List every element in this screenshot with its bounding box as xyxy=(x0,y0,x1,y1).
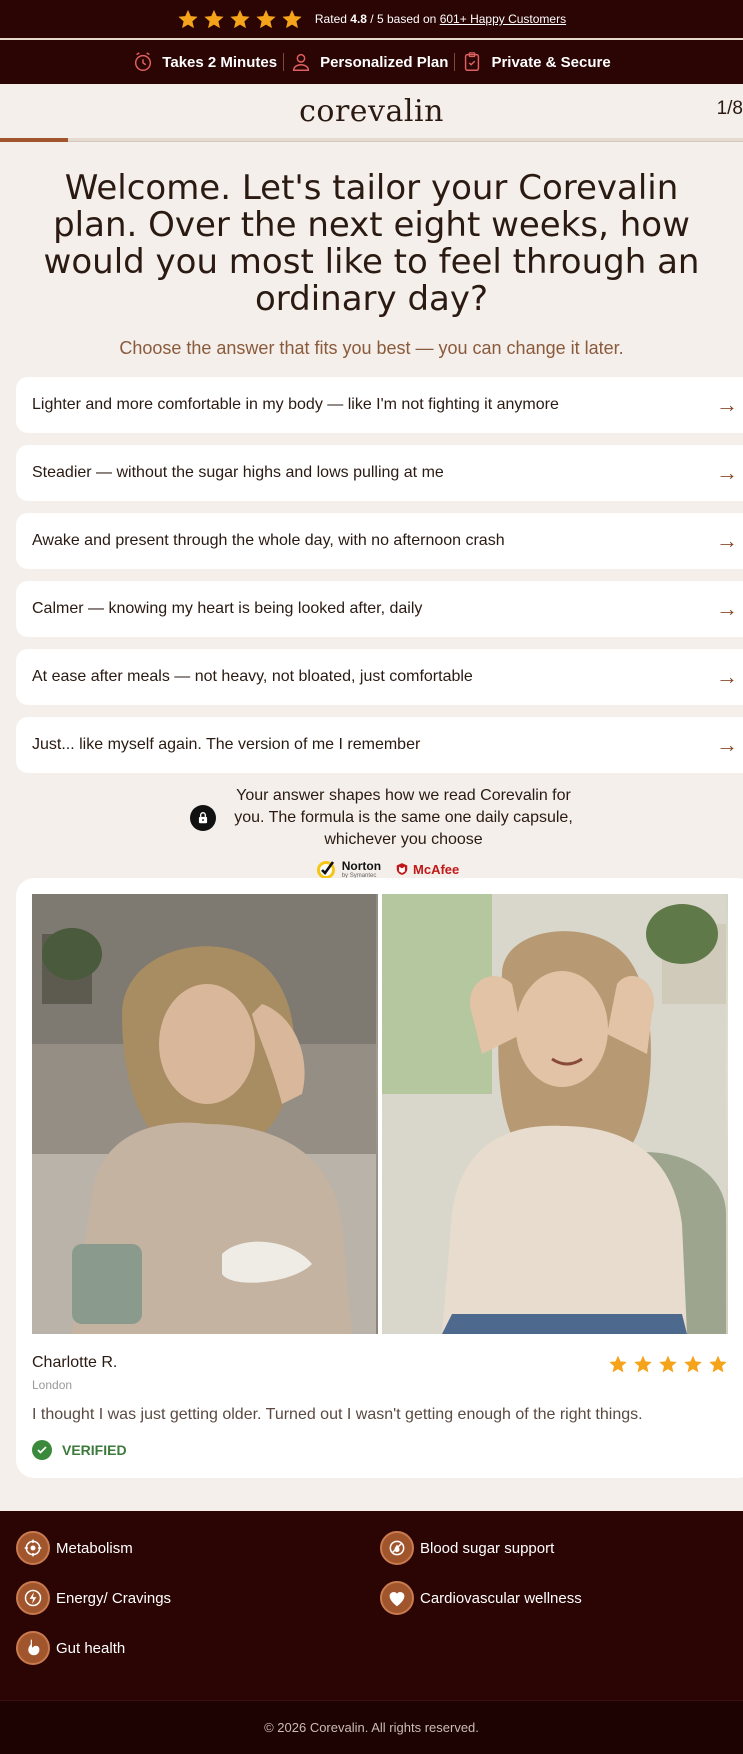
arrow-right-icon: → xyxy=(716,528,738,553)
feature-personalized-plan: Personalized Plan xyxy=(284,51,454,73)
reviewer-name: Charlotte R. xyxy=(32,1354,118,1371)
benefit-label: Metabolism xyxy=(56,1539,133,1557)
answer-option[interactable]: Steadier — without the sugar highs and l… xyxy=(16,445,743,501)
lock-icon xyxy=(189,805,216,831)
before-photo xyxy=(32,894,378,1334)
benefit-label: Blood sugar support xyxy=(420,1539,555,1557)
answer-option[interactable]: Calmer — knowing my heart is being looke… xyxy=(16,581,743,637)
clock-icon xyxy=(135,52,152,71)
star-icon xyxy=(282,9,302,29)
star-icon xyxy=(709,1355,727,1373)
arrow-right-icon: → xyxy=(716,596,738,621)
feature-label: Private & Secure xyxy=(491,53,611,71)
benefit-energy: Energy/ Cravings xyxy=(16,1581,380,1615)
answer-options: Lighter and more comfortable in my body … xyxy=(0,359,743,773)
copyright: © 2026 Corevalin. All rights reserved. xyxy=(0,1700,743,1754)
answer-option[interactable]: Lighter and more comfortable in my body … xyxy=(16,377,743,433)
energy-icon xyxy=(16,1581,50,1615)
privacy-text: Your answer shapes how we read Corevalin… xyxy=(234,787,573,848)
reviewer-location: London xyxy=(32,1378,73,1392)
answer-label: Lighter and more comfortable in my body … xyxy=(32,396,559,413)
rating-value: 4.8 xyxy=(350,12,367,26)
feature-private-secure: Private & Secure xyxy=(455,51,616,73)
question-subtitle: Choose the answer that fits you best — y… xyxy=(119,338,624,358)
benefit-label: Energy/ Cravings xyxy=(56,1589,172,1607)
heart-icon xyxy=(380,1581,414,1615)
reviewer-row: Charlotte R. London xyxy=(32,1354,728,1392)
after-photo xyxy=(382,894,728,1334)
answer-option[interactable]: Just... like myself again. The version o… xyxy=(16,717,743,773)
answer-label: Awake and present through the whole day,… xyxy=(32,532,505,549)
blood-sugar-icon xyxy=(380,1531,414,1565)
answer-label: Steadier — without the sugar highs and l… xyxy=(32,464,444,481)
step-indicator: 1/8 xyxy=(716,98,743,119)
progress-bar xyxy=(0,138,743,142)
answer-label: At ease after meals — not heavy, not blo… xyxy=(32,668,473,685)
privacy-note: Your answer shapes how we read Corevalin… xyxy=(0,785,743,851)
header: corevalin 1/8 xyxy=(0,84,743,138)
arrow-right-icon: → xyxy=(716,732,738,757)
answer-label: Just... like myself again. The version o… xyxy=(32,736,421,753)
star-icon xyxy=(230,9,250,29)
happy-customers-link[interactable]: 601+ Happy Customers xyxy=(440,12,566,26)
benefit-blood-sugar: Blood sugar support xyxy=(380,1531,743,1565)
arrow-right-icon: → xyxy=(716,392,738,417)
benefit-metabolism: Metabolism xyxy=(16,1531,380,1565)
testimonial-quote: I thought I was just getting older. Turn… xyxy=(32,1406,643,1423)
rated-prefix: Rated xyxy=(314,12,347,26)
star-icon xyxy=(204,9,224,29)
mcafee-badge: McAfee xyxy=(395,862,459,877)
mcafee-shield-icon xyxy=(396,863,408,875)
star-icon xyxy=(684,1355,702,1373)
answer-label: Calmer — knowing my heart is being looke… xyxy=(32,600,423,617)
feature-label: Personalized Plan xyxy=(320,53,449,71)
logo[interactable]: corevalin xyxy=(299,94,444,129)
answer-option[interactable]: Awake and present through the whole day,… xyxy=(16,513,743,569)
mcafee-label: McAfee xyxy=(413,861,460,877)
benefits-section: Metabolism Blood sugar support Energy/ C… xyxy=(0,1511,743,1700)
benefit-label: Cardiovascular wellness xyxy=(420,1589,582,1607)
feature-takes-2-minutes: Takes 2 Minutes xyxy=(126,51,283,73)
benefit-gut-health: Gut health xyxy=(16,1631,380,1665)
star-icon xyxy=(178,9,198,29)
star-icon xyxy=(609,1355,627,1373)
check-circle-icon xyxy=(32,1440,52,1460)
star-icon xyxy=(634,1355,652,1373)
star-icon xyxy=(256,9,276,29)
benefit-cardiovascular: Cardiovascular wellness xyxy=(380,1581,743,1615)
norton-label: Norton xyxy=(341,859,382,873)
before-after-photos xyxy=(32,894,728,1334)
metabolism-icon xyxy=(16,1531,50,1565)
arrow-right-icon: → xyxy=(716,664,738,689)
feature-label: Takes 2 Minutes xyxy=(162,53,278,71)
rating-text: Rated 4.8 / 5 based on 601+ Happy Custom… xyxy=(315,12,566,26)
question-title: Welcome. Let's tailor your Corevalin pla… xyxy=(43,168,700,319)
star-icon xyxy=(659,1355,677,1373)
progress-fill xyxy=(0,138,68,142)
benefit-label: Gut health xyxy=(56,1639,126,1657)
testimonial-card: Charlotte R. London I thought I was just… xyxy=(16,878,743,1478)
feature-bar: Takes 2 Minutes Personalized Plan Privat… xyxy=(0,40,743,84)
person-icon xyxy=(292,53,310,71)
review-stars xyxy=(608,1354,728,1392)
verified-badge: VERIFIED xyxy=(32,1440,740,1460)
answer-option[interactable]: At ease after meals — not heavy, not blo… xyxy=(16,649,743,705)
arrow-right-icon: → xyxy=(716,460,738,485)
secure-clipboard-icon xyxy=(465,52,480,71)
rating-stars xyxy=(177,8,303,30)
rating-bar: Rated 4.8 / 5 based on 601+ Happy Custom… xyxy=(0,0,743,40)
stomach-icon xyxy=(16,1631,50,1665)
verified-label: VERIFIED xyxy=(62,1442,127,1458)
rating-suffix: / 5 based on xyxy=(370,12,437,26)
